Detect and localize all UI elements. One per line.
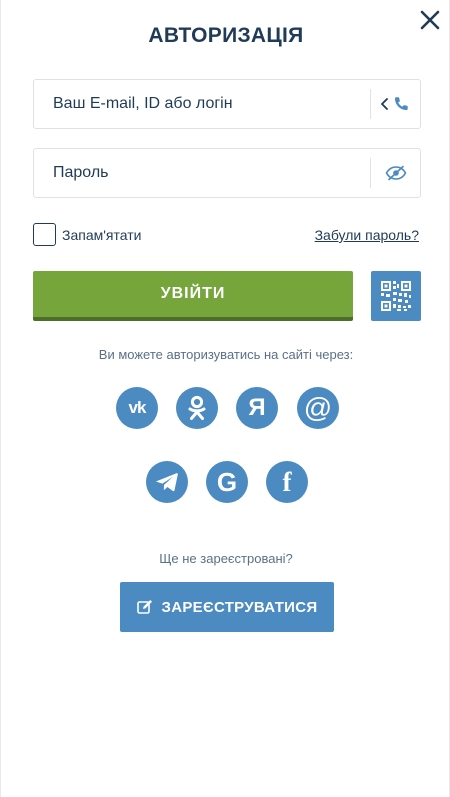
login-field[interactable]: [33, 79, 421, 129]
odnoklassniki-login-button[interactable]: [176, 387, 218, 429]
vk-login-button[interactable]: vk: [116, 387, 158, 429]
login-input[interactable]: [34, 80, 370, 128]
google-icon: G: [216, 466, 238, 497]
telegram-icon: [156, 473, 178, 492]
remember-me[interactable]: Запам'ятати: [33, 223, 141, 246]
qr-code-icon: [381, 281, 411, 311]
yandex-login-button[interactable]: Я: [236, 387, 278, 429]
facebook-icon: f: [282, 466, 292, 497]
password-field[interactable]: [33, 148, 421, 198]
chevron-left-icon: [381, 98, 388, 110]
login-button[interactable]: УВІЙТИ: [33, 271, 353, 321]
remember-label: Запам'ятати: [62, 226, 142, 243]
forgot-password-link[interactable]: Забули пароль?: [315, 227, 419, 243]
edit-icon: [136, 600, 152, 614]
social-login-prompt: Ви можете авторизуватись на сайті через:: [98, 347, 354, 362]
login-type-toggle[interactable]: [371, 80, 421, 128]
yandex-icon: Я: [248, 394, 266, 421]
register-button-label: ЗАРЕЄСТРУВАТИСЯ: [161, 598, 318, 616]
toggle-password-visibility[interactable]: [371, 149, 421, 197]
mail-login-button[interactable]: @: [297, 387, 339, 429]
dialog-title: АВТОРИЗАЦІЯ: [148, 24, 304, 47]
register-prompt: Ще не зареєстровані?: [159, 551, 293, 566]
vk-icon: vk: [128, 398, 147, 417]
qr-login-button[interactable]: [371, 271, 421, 321]
register-button[interactable]: ЗАРЕЄСТРУВАТИСЯ: [120, 582, 334, 632]
facebook-login-button[interactable]: f: [266, 461, 308, 503]
ok-icon: [188, 395, 206, 420]
google-login-button[interactable]: G: [206, 461, 248, 503]
phone-icon: [395, 97, 408, 110]
auth-dialog: АВТОРИЗАЦІЯ Ваш E-mail, ID або логін Зап…: [0, 0, 450, 797]
telegram-login-button[interactable]: [146, 461, 188, 503]
mail-at-icon: @: [303, 392, 333, 423]
eye-slash-icon: [385, 165, 407, 181]
password-input[interactable]: [34, 149, 370, 197]
remember-checkbox[interactable]: [33, 223, 56, 246]
